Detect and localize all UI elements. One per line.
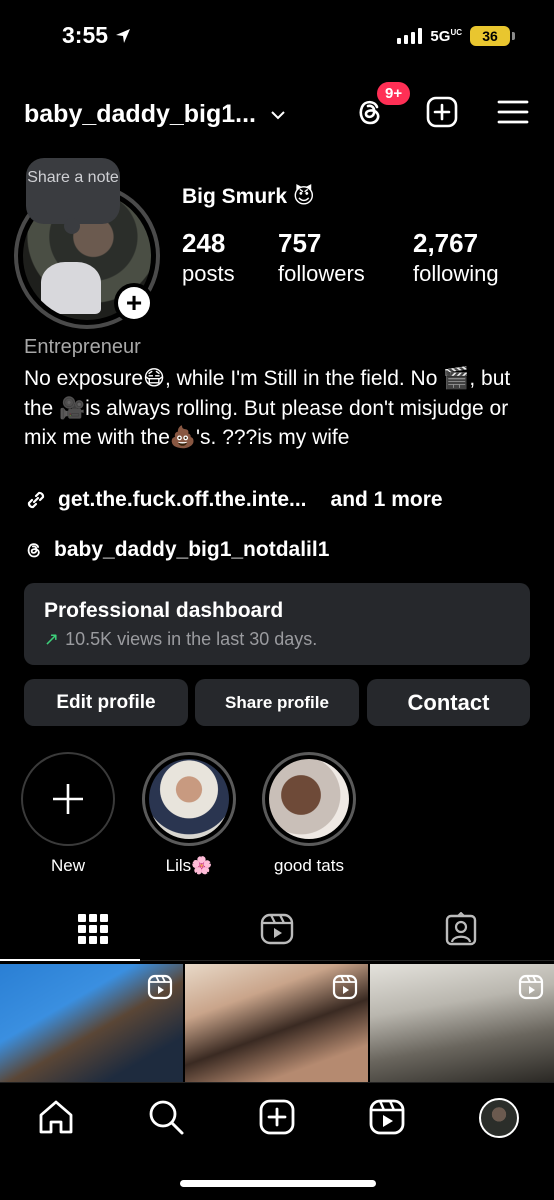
location-arrow-icon <box>116 29 131 43</box>
stat-followers[interactable]: 757 followers <box>278 228 365 287</box>
share-note-bubble[interactable]: Share a note <box>26 158 120 234</box>
reel-icon <box>332 974 358 1000</box>
post-tile[interactable] <box>185 964 368 1082</box>
network-label: 5GUC <box>430 27 462 45</box>
notification-badge: 9+ <box>375 80 413 107</box>
highlight-cover <box>269 759 349 839</box>
status-icons: 5GUC 36 <box>397 26 515 46</box>
reels-icon[interactable] <box>368 1098 406 1136</box>
username-label: baby_daddy_big1... <box>24 100 257 128</box>
highlight-ring <box>142 752 236 846</box>
professional-dashboard[interactable]: Professional dashboard ↗ 10.5K views in t… <box>24 583 530 665</box>
stat-number: 757 <box>278 228 322 258</box>
account-switcher[interactable]: baby_daddy_big1... <box>24 100 286 129</box>
contact-button[interactable]: Contact <box>367 679 530 726</box>
threads-handle: baby_daddy_big1_notdalil1 <box>54 538 330 561</box>
profile-bio: No exposure😷, while I'm Still in the fie… <box>24 367 511 449</box>
highlight-good-tats[interactable]: good tats <box>262 752 356 876</box>
home-indicator <box>180 1180 376 1187</box>
link-icon <box>27 491 45 509</box>
active-tab-indicator <box>0 959 140 961</box>
highlight-new[interactable]: New <box>21 752 115 876</box>
link-more: and 1 more <box>330 488 443 511</box>
threads-profile-link[interactable]: baby_daddy_big1_notdalil1 <box>24 538 329 562</box>
profile-nav-avatar[interactable] <box>479 1098 519 1138</box>
plus-icon <box>53 784 83 814</box>
dashboard-title: Professional dashboard <box>44 599 284 622</box>
link-text: get.the.fuck.off.the.inte... <box>58 488 307 511</box>
grid-tab-icon[interactable] <box>76 912 110 946</box>
highlight-label: Lils🌸 <box>165 856 213 875</box>
post-tile[interactable] <box>370 964 554 1082</box>
battery-icon: 36 <box>470 26 515 46</box>
reels-tab-icon[interactable] <box>260 912 294 946</box>
create-post-icon[interactable] <box>425 95 459 129</box>
share-profile-button[interactable]: Share profile <box>195 679 359 726</box>
menu-icon[interactable] <box>496 95 530 129</box>
reel-icon <box>147 974 173 1000</box>
create-icon[interactable] <box>258 1098 296 1136</box>
highlight-label: good tats <box>274 856 344 875</box>
tagged-tab-icon[interactable] <box>444 912 478 946</box>
stat-number: 2,767 <box>413 228 479 258</box>
threads-icon <box>27 543 40 558</box>
stat-following[interactable]: 2,767 following <box>413 228 499 287</box>
home-icon[interactable] <box>37 1098 75 1136</box>
reel-icon <box>518 974 544 1000</box>
highlight-label: New <box>50 856 85 875</box>
signal-icon <box>397 28 423 44</box>
add-story-button[interactable]: + <box>114 283 154 323</box>
edit-profile-button[interactable]: Edit profile <box>24 679 188 726</box>
stat-label: followers <box>278 261 365 286</box>
bio-link[interactable]: get.the.fuck.off.the.inte... and 1 more <box>24 488 443 512</box>
highlight-ring <box>21 752 115 846</box>
stat-label: following <box>413 261 499 286</box>
chevron-down-icon <box>271 110 285 119</box>
highlight-ring <box>262 752 356 846</box>
plus-icon: + <box>118 287 150 319</box>
stat-label: posts <box>182 261 235 286</box>
post-tile[interactable] <box>0 964 183 1082</box>
dashboard-subtitle: ↗ 10.5K views in the last 30 days. <box>44 629 318 649</box>
highlight-cover <box>149 759 229 839</box>
display-name: Big Smurk 😈 <box>182 185 315 208</box>
search-icon[interactable] <box>147 1098 185 1136</box>
highlight-lils[interactable]: Lils🌸 <box>142 752 236 876</box>
profile-category: Entrepreneur <box>24 336 141 358</box>
stat-posts[interactable]: 248 posts <box>182 228 235 287</box>
trend-up-icon: ↗ <box>44 629 60 649</box>
status-time: 3:55 <box>62 22 132 49</box>
stat-number: 248 <box>182 228 226 258</box>
